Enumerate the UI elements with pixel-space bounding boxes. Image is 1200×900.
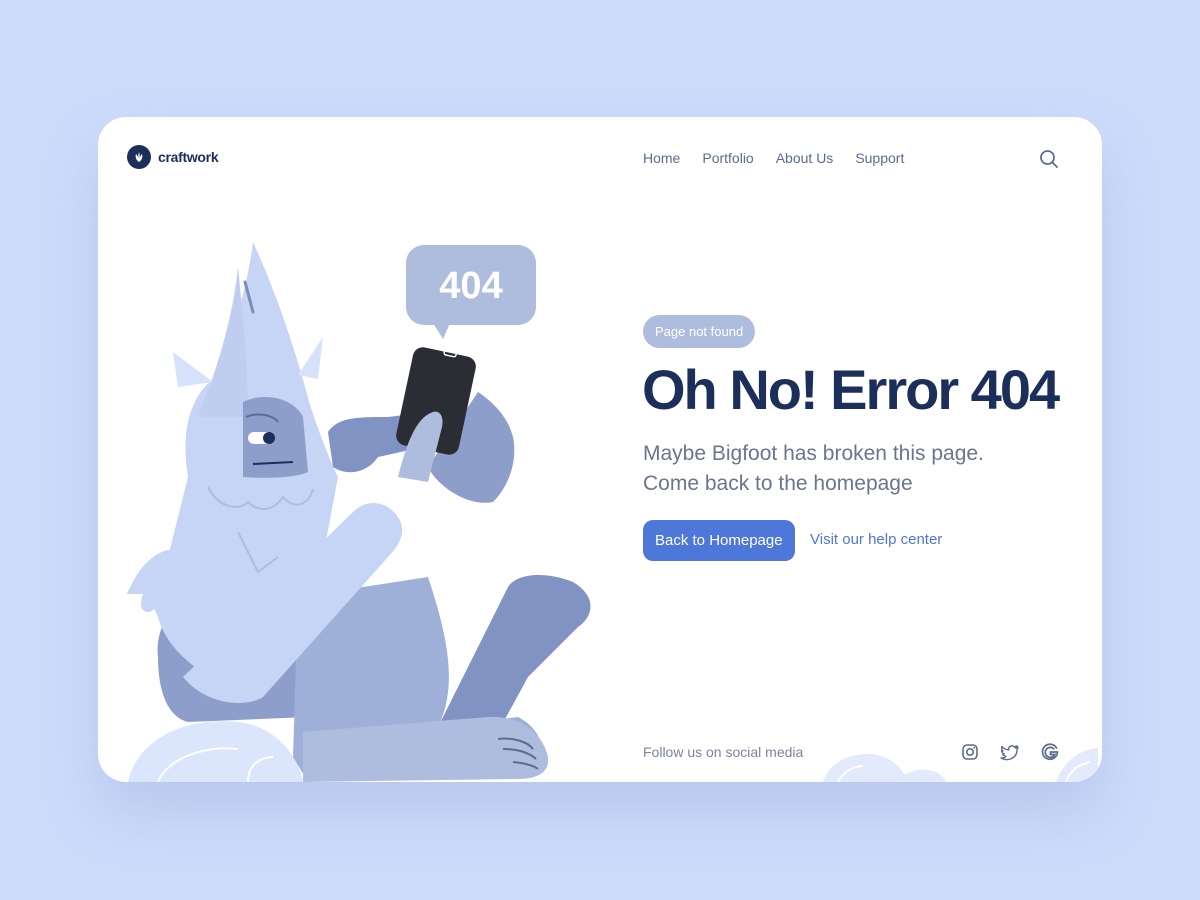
nav-support[interactable]: Support (855, 150, 904, 166)
description-line-2: Come back to the homepage (643, 472, 913, 495)
description-line-1: Maybe Bigfoot has broken this page. (643, 442, 984, 465)
status-badge: Page not found (643, 315, 756, 348)
nav-home[interactable]: Home (643, 150, 680, 166)
back-to-homepage-button[interactable]: Back to Homepage (643, 520, 795, 561)
page-title: Oh No! Error 404 (642, 358, 1060, 421)
social-links (960, 742, 1060, 762)
nav-about-us[interactable]: About Us (776, 150, 834, 166)
follow-social-text: Follow us on social media (643, 744, 804, 760)
rock-shape (128, 721, 303, 782)
nav-portfolio[interactable]: Portfolio (702, 150, 753, 166)
twitter-icon[interactable] (1000, 742, 1020, 762)
error-card: craftwork Home Portfolio About Us Suppor… (98, 117, 1102, 782)
instagram-icon[interactable] (960, 742, 980, 762)
help-center-link[interactable]: Visit our help center (810, 531, 942, 548)
search-icon[interactable] (1038, 148, 1060, 170)
speech-bubble-text: 404 (439, 265, 502, 307)
page-description: Maybe Bigfoot has broken this page. Come… (643, 439, 1063, 499)
main-nav: Home Portfolio About Us Support (643, 150, 904, 166)
google-icon[interactable] (1040, 742, 1060, 762)
bigfoot-illustration: 404 (126, 242, 591, 782)
